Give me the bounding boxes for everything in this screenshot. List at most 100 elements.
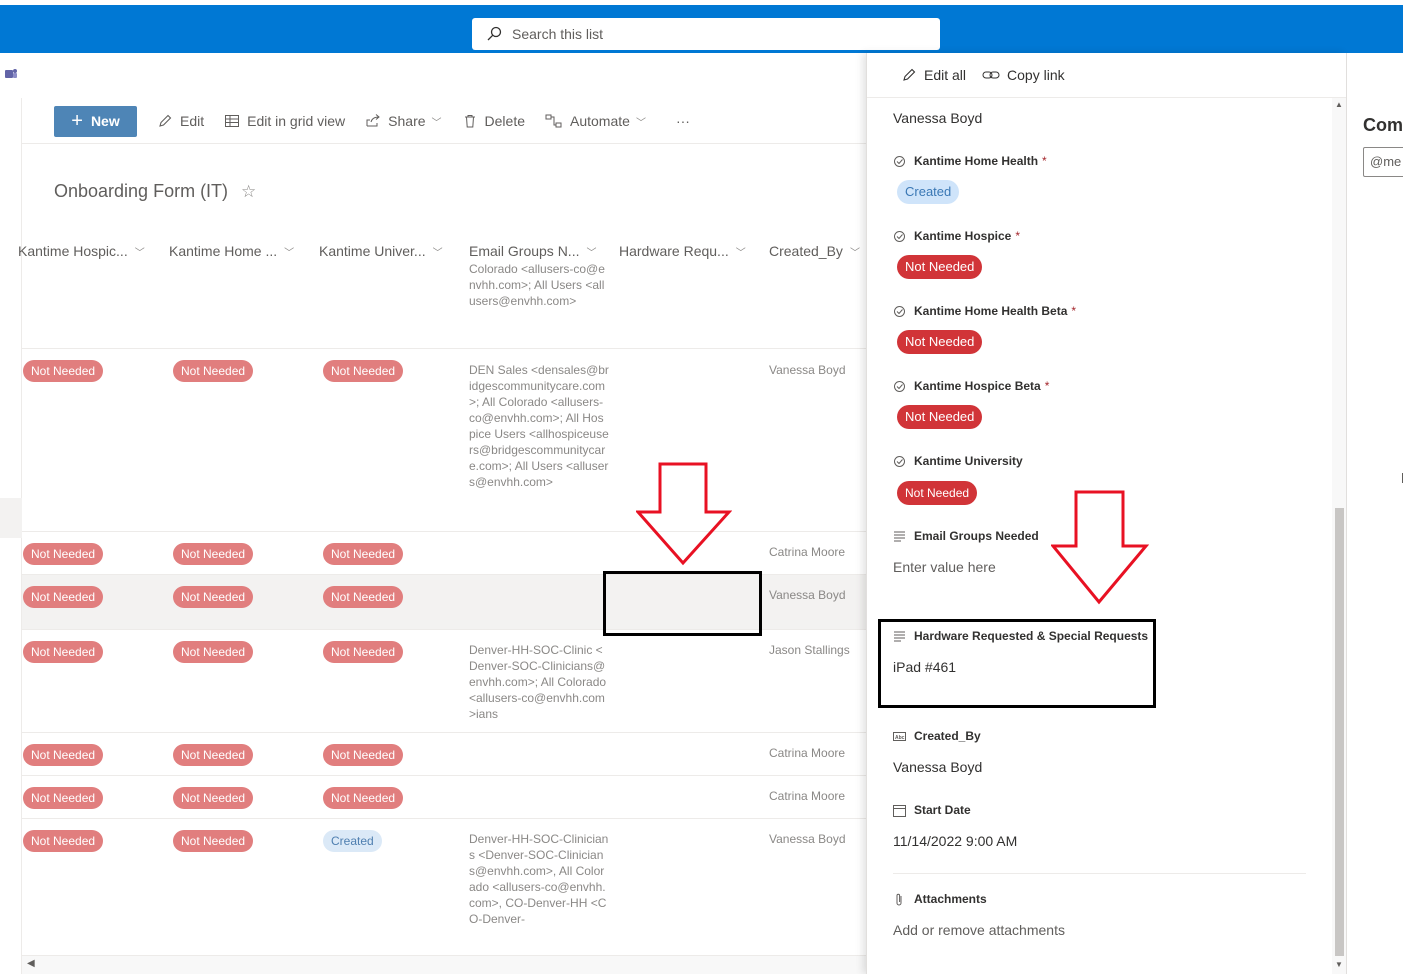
chevron-down-icon: ﹀ — [431, 117, 442, 129]
list-pane: + New Edit Edit in grid view Share ﹀ Delet… — [0, 53, 866, 974]
pencil-icon — [903, 68, 916, 81]
status-pill: Not Needed — [23, 360, 104, 382]
created-by-cell: Catrina Moore — [769, 545, 846, 559]
status-pill[interactable]: Not Needed — [897, 405, 983, 429]
scroll-left-icon[interactable]: ◀ — [27, 958, 35, 969]
status-pill: Not Needed — [23, 641, 104, 663]
horizontal-scrollbar[interactable]: ◀ — [22, 955, 866, 974]
flow-icon — [545, 114, 562, 128]
scroll-up-icon[interactable]: ▲ — [1335, 100, 1343, 109]
annotation-arrow-icon — [1051, 490, 1149, 605]
chevron-down-icon: ﹀ — [635, 117, 646, 129]
table-row[interactable]: Not Needed Not Needed Not Needed Catrina… — [22, 776, 866, 819]
created-by-cell: Vanessa Boyd — [769, 588, 846, 602]
status-pill: Not Needed — [23, 543, 104, 565]
list-title: Onboarding Form (IT) — [54, 181, 229, 201]
status-pill[interactable]: Created — [897, 180, 960, 204]
status-pill[interactable]: Not Needed — [897, 255, 983, 279]
column-header-kantime-home[interactable]: Kantime Home ... ﹀ — [169, 239, 294, 263]
created-by-cell: Catrina Moore — [769, 789, 846, 803]
column-header-created-by[interactable]: Created_By ﹀ — [769, 239, 860, 263]
created-by-value: Vanessa Boyd — [893, 759, 983, 775]
status-pill: Not Needed — [173, 641, 254, 663]
edit-all-button[interactable]: Edit all — [901, 67, 966, 83]
trash-icon — [464, 115, 475, 128]
more-button[interactable]: ··· — [666, 113, 690, 129]
search-icon — [487, 26, 502, 41]
attachments-link[interactable]: Add or remove attachments — [893, 922, 1065, 938]
plus-icon: + — [71, 109, 83, 132]
chevron-down-icon: ﹀ — [432, 247, 443, 259]
status-pill: Not Needed — [323, 543, 404, 565]
status-pill: Not Needed — [173, 744, 254, 766]
status-pill: Not Needed — [323, 586, 404, 608]
chevron-down-icon: ﹀ — [284, 247, 295, 259]
column-header-kantime-hospice[interactable]: Kantime Hospic... ﹀ — [18, 239, 145, 263]
field-value: Vanessa Boyd — [893, 110, 983, 126]
svg-text:Abc: Abc — [895, 735, 905, 741]
chevron-down-icon: ﹀ — [586, 247, 597, 259]
start-date-value[interactable]: 11/14/2022 9:00 AM — [893, 833, 1017, 849]
email-groups-input[interactable]: Enter value here — [893, 559, 996, 575]
status-pill: Not Needed — [323, 641, 404, 663]
annotation-box — [878, 619, 1156, 708]
comment-input[interactable]: @me — [1363, 147, 1403, 177]
edit-grid-button[interactable]: Edit in grid view — [224, 113, 345, 129]
new-button[interactable]: + New — [54, 105, 137, 137]
left-nav-strip — [0, 98, 22, 974]
chevron-down-icon: ﹀ — [849, 247, 860, 259]
choice-icon — [894, 305, 905, 317]
pencil-icon — [159, 114, 172, 127]
email-cell: Denver-HH-SOC-Clinicians <Denver-SOC-Cli… — [469, 832, 609, 926]
table-row[interactable]: Not Needed Not Needed Not Needed Catrina… — [22, 733, 866, 776]
status-pill: Not Needed — [23, 787, 104, 809]
status-pill: Not Needed — [173, 830, 254, 852]
status-pill: Not Needed — [173, 543, 254, 565]
created-by-cell: Vanessa Boyd — [769, 363, 846, 377]
status-pill: Not Needed — [173, 360, 254, 382]
table-row[interactable]: Not Needed Not Needed Not Needed DEN Sal… — [22, 349, 866, 532]
status-pill: Created — [323, 830, 382, 852]
column-header-kantime-university[interactable]: Kantime Univer... ﹀ — [319, 239, 443, 263]
comments-title: Comm — [1363, 115, 1403, 135]
choice-icon — [894, 380, 905, 392]
chevron-down-icon: ﹀ — [134, 247, 145, 259]
status-pill[interactable]: Not Needed — [897, 481, 978, 505]
choice-icon — [894, 230, 905, 242]
table-row[interactable]: Not Needed Not Needed Created Denver-HH-… — [22, 819, 866, 955]
table-row[interactable]: Not Needed Not Needed Not Needed Denver-… — [22, 630, 866, 733]
teams-icon[interactable] — [4, 67, 18, 84]
email-cell: Colorado <allusers-co@envhh.com>; All Us… — [469, 262, 605, 308]
email-cell: Denver-HH-SOC-Clinic <Denver-SOC-Clinici… — [469, 643, 607, 721]
choice-icon — [894, 455, 905, 467]
table-row[interactable]: Colorado <allusers-co@envhh.com>; All Us… — [22, 262, 866, 349]
status-pill: Not Needed — [323, 360, 404, 382]
field-label-kantime-hospice-beta: Kantime Hospice Beta * — [893, 379, 1049, 393]
scroll-thumb[interactable] — [1335, 508, 1344, 956]
share-button[interactable]: Share ﹀ — [365, 113, 442, 129]
paperclip-icon — [896, 893, 902, 905]
table-row[interactable]: Not Needed Not Needed Not Needed Catrina… — [22, 532, 866, 575]
annotation-arrow-icon — [636, 462, 732, 566]
field-label-kantime-university: Kantime University — [893, 454, 1027, 468]
favorite-star-icon[interactable]: ☆ — [241, 182, 256, 202]
search-box[interactable]: Search this list — [472, 18, 940, 50]
column-header-hardware[interactable]: Hardware Requ... ﹀ — [619, 239, 746, 263]
column-header-email-groups[interactable]: Email Groups N... ﹀ — [469, 239, 596, 263]
command-bar: + New Edit Edit in grid view Share ﹀ Delet… — [22, 103, 866, 139]
edit-button[interactable]: Edit — [157, 113, 204, 129]
status-pill: Not Needed — [173, 787, 254, 809]
text-lines-icon — [894, 531, 905, 541]
status-pill[interactable]: Not Needed — [897, 330, 983, 354]
automate-button[interactable]: Automate ﹀ — [545, 113, 646, 129]
scroll-down-icon[interactable]: ▼ — [1335, 960, 1343, 969]
field-label-start-date: Start Date — [893, 803, 971, 817]
field-label-kantime-hospice: Kantime Hospice * — [893, 229, 1020, 243]
created-by-cell: Jason Stallings — [769, 643, 850, 657]
comments-pane: Comm @me — [1346, 53, 1403, 974]
copy-link-button[interactable]: Copy link — [982, 67, 1065, 83]
field-label-kantime-home-health: Kantime Home Health * — [893, 154, 1047, 168]
vertical-scrollbar[interactable]: ▲ ▼ — [1332, 98, 1346, 974]
status-pill: Not Needed — [23, 744, 104, 766]
delete-button[interactable]: Delete — [462, 113, 525, 129]
